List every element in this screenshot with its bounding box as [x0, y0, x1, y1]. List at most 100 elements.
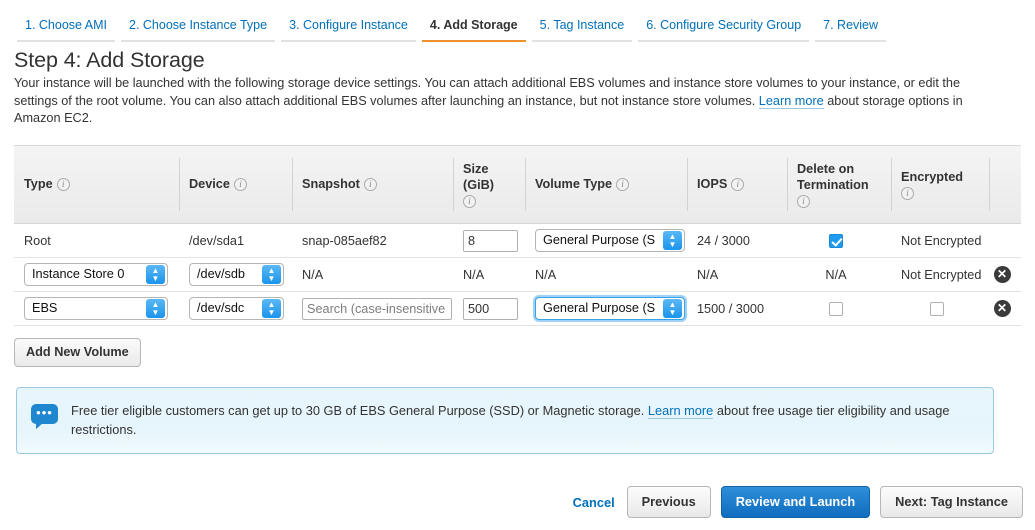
cell-volume-type: General Purpose (S ▲ ▼	[525, 291, 687, 326]
column-header-delete-on-termination: Delete on Termination i	[787, 145, 891, 224]
cell-remove: ✕	[989, 291, 1021, 326]
wizard-step-5-label: 5. Tag Instance	[539, 18, 625, 32]
volume-device-type-select-value: Instance Store 0	[32, 267, 125, 281]
info-icon-delete-on-termination[interactable]: i	[797, 194, 810, 208]
cell-device: /dev/sdb ▲ ▼	[179, 257, 292, 292]
column-header-device: Device i	[179, 145, 292, 224]
wizard-step-7[interactable]: 7. Review	[812, 18, 889, 42]
row-encrypted-text: Not Encrypted	[901, 233, 982, 248]
column-header-size-line2: (GiB)	[463, 177, 495, 192]
volume-type-select[interactable]: General Purpose (S ▲ ▼	[535, 229, 685, 252]
notice-text-1: Free tier eligible customers can get up …	[71, 403, 648, 418]
volume-device-type-select[interactable]: Instance Store 0 ▲ ▼	[24, 263, 168, 286]
review-and-launch-button[interactable]: Review and Launch	[720, 486, 871, 518]
info-icon-size[interactable]: i	[463, 194, 476, 208]
info-icon-type[interactable]: i	[56, 178, 70, 192]
cell-snapshot: Search (case-insensitive	[292, 291, 453, 326]
chevron-updown-icon: ▲ ▼	[146, 299, 165, 318]
storage-options-learn-more-link[interactable]: Learn more	[758, 93, 824, 109]
delete-on-termination-checkbox[interactable]	[829, 233, 843, 248]
cell-encrypted: Not Encrypted	[891, 223, 989, 258]
column-header-type: Type i	[14, 145, 179, 224]
volume-type-select-value: General Purpose (S	[543, 233, 656, 247]
volume-type-select[interactable]: General Purpose (S ▲ ▼	[535, 297, 685, 320]
wizard-step-1[interactable]: 1. Choose AMI	[14, 18, 118, 42]
cell-remove: ✕	[989, 257, 1021, 292]
encrypted-checkbox[interactable]	[930, 301, 944, 316]
previous-button[interactable]: Previous	[626, 486, 711, 518]
chevron-updown-icon: ▲ ▼	[262, 299, 281, 318]
wizard-step-3-label: 3. Configure Instance	[289, 18, 408, 32]
info-icon-volume-type[interactable]: i	[616, 178, 630, 192]
column-header-iops: IOPS i	[687, 145, 787, 224]
wizard-step-5[interactable]: 5. Tag Instance	[529, 18, 636, 42]
free-tier-notice-text: Free tier eligible customers can get up …	[71, 401, 979, 439]
column-header-device-label: Device	[189, 177, 230, 192]
wizard-step-2[interactable]: 2. Choose Instance Type	[118, 18, 278, 42]
remove-volume-icon[interactable]: ✕	[993, 266, 1011, 283]
info-icon-device[interactable]: i	[233, 178, 247, 192]
info-icon-encrypted[interactable]: i	[901, 186, 914, 200]
cell-device: /dev/sdc ▲ ▼	[179, 291, 292, 326]
next-tag-instance-button[interactable]: Next: Tag Instance	[880, 486, 1023, 518]
info-icon-snapshot[interactable]: i	[363, 178, 377, 192]
page-description: Your instance will be launched with the …	[0, 75, 1010, 128]
wizard-step-1-label: 1. Choose AMI	[25, 18, 107, 32]
table-row: Instance Store 0 ▲ ▼ /dev/sdb ▲ ▼ N/A N/…	[14, 257, 1021, 292]
volume-type-select-value: General Purpose (S	[543, 301, 656, 315]
row-snapshot-text: N/A	[302, 267, 324, 282]
table-row: EBS ▲ ▼ /dev/sdc ▲ ▼ Search (case-insensit…	[14, 291, 1021, 326]
column-header-remove	[989, 145, 1021, 224]
row-device-text: /dev/sda1	[189, 233, 245, 248]
cell-encrypted	[891, 291, 989, 326]
cell-volume-type: General Purpose (S ▲ ▼	[525, 223, 687, 258]
wizard-step-3[interactable]: 3. Configure Instance	[278, 18, 419, 42]
device-select[interactable]: /dev/sdc ▲ ▼	[189, 297, 284, 320]
cell-iops: 1500 / 3000	[687, 291, 787, 326]
snapshot-search-input[interactable]: Search (case-insensitive	[302, 297, 452, 320]
device-select[interactable]: /dev/sdb ▲ ▼	[189, 263, 284, 286]
free-tier-notice: ••• Free tier eligible customers can get…	[16, 387, 994, 454]
cell-delete-on-termination: N/A	[787, 257, 891, 292]
cell-device: /dev/sda1	[179, 223, 292, 258]
row-iops-text: 1500 / 3000	[697, 301, 765, 316]
cell-type: EBS ▲ ▼	[14, 291, 179, 326]
storage-table-header: Type i Device i Snapshot i Size (GiB) i Vol	[14, 145, 1021, 224]
delete-on-termination-checkbox[interactable]	[829, 301, 843, 316]
column-header-volume-type: Volume Type i	[525, 145, 687, 224]
size-input[interactable]: 8	[463, 229, 518, 252]
size-input[interactable]: 500	[463, 297, 518, 320]
column-header-encrypted-label: Encrypted	[901, 169, 964, 184]
volume-device-type-select[interactable]: EBS ▲ ▼	[24, 297, 168, 320]
volume-device-type-select-value: EBS	[32, 301, 58, 315]
chevron-updown-icon: ▲ ▼	[146, 265, 165, 284]
cancel-button[interactable]: Cancel	[573, 495, 617, 510]
wizard-step-4[interactable]: 4. Add Storage	[419, 18, 529, 42]
add-new-volume-button[interactable]: Add New Volume	[14, 338, 141, 367]
wizard-step-6-label: 6. Configure Security Group	[646, 18, 802, 32]
column-header-iops-label: IOPS	[697, 177, 728, 192]
cell-size: N/A	[453, 257, 525, 292]
table-row: Root /dev/sda1 snap-085aef82 8 General P…	[14, 223, 1021, 258]
cell-size: 500	[453, 291, 525, 326]
storage-table-container: Type i Device i Snapshot i Size (GiB) i Vol	[14, 144, 1021, 326]
cell-volume-type: N/A	[525, 257, 687, 292]
column-header-snapshot: Snapshot i	[292, 145, 453, 224]
cell-type: Root	[14, 223, 179, 258]
chevron-updown-icon: ▲ ▼	[262, 265, 281, 284]
info-icon-iops[interactable]: i	[731, 178, 745, 192]
cell-encrypted: Not Encrypted	[891, 257, 989, 292]
free-tier-learn-more-link[interactable]: Learn more	[647, 403, 714, 419]
cell-iops: N/A	[687, 257, 787, 292]
remove-volume-icon[interactable]: ✕	[993, 300, 1011, 317]
column-header-encrypted: Encrypted i	[891, 145, 989, 224]
wizard-step-6[interactable]: 6. Configure Security Group	[635, 18, 812, 42]
cell-delete-on-termination	[787, 223, 891, 258]
cell-remove	[989, 223, 1021, 258]
cell-type: Instance Store 0 ▲ ▼	[14, 257, 179, 292]
column-header-size: Size (GiB) i	[453, 145, 525, 224]
column-header-type-label: Type	[24, 177, 53, 192]
wizard-step-4-label: 4. Add Storage	[429, 18, 518, 32]
cell-iops: 24 / 3000	[687, 223, 787, 258]
row-type-text: Root	[24, 233, 51, 248]
